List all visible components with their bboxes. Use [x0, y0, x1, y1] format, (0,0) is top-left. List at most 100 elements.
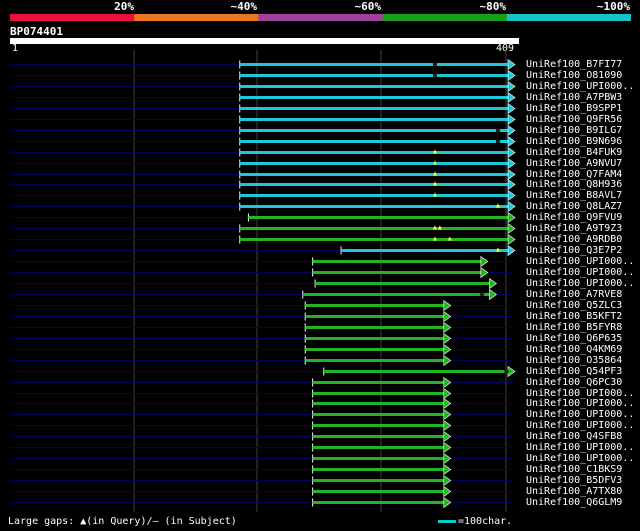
hit-row[interactable] [10, 157, 516, 170]
hit-end-arrow-icon [443, 485, 452, 498]
hit-row[interactable] [10, 474, 514, 487]
hit-row[interactable] [10, 255, 514, 268]
hit-id-link[interactable]: UniRef100_C1BKS9 [526, 464, 622, 475]
hit-id-link[interactable]: UniRef100_O81090 [526, 70, 622, 81]
hit-id-link[interactable]: UniRef100_B7FI77 [526, 59, 622, 70]
hit-row[interactable] [10, 299, 514, 312]
hit-id-link[interactable]: UniRef100_Q8H936 [526, 179, 622, 190]
hit-row[interactable] [10, 332, 514, 345]
hit-row[interactable] [10, 343, 514, 356]
hit-id-link[interactable]: UniRef100_A7PBW3 [526, 92, 622, 103]
hit-row[interactable] [10, 387, 514, 400]
hit-id-link[interactable]: UniRef100_B9SPP1 [526, 103, 622, 114]
hit-row[interactable] [10, 310, 514, 323]
hit-end-arrow-icon [443, 474, 452, 487]
hit-id-link[interactable]: UniRef100_UPI000.. [526, 420, 634, 431]
hit-id-link[interactable]: UniRef100_Q8LAZ7 [526, 201, 622, 212]
hit-id-link[interactable]: UniRef100_B9N696 [526, 136, 622, 147]
hit-end-arrow-icon [443, 452, 452, 465]
hit-id-link[interactable]: UniRef100_A7RVE8 [526, 289, 622, 300]
hit-row[interactable] [10, 441, 514, 454]
hit-end-arrow-icon [443, 321, 452, 334]
hit-id-link[interactable]: UniRef100_Q3E7P2 [526, 245, 622, 256]
hit-id-link[interactable]: UniRef100_UPI000.. [526, 81, 634, 92]
hit-end-arrow-icon [480, 266, 489, 279]
hit-id-link[interactable]: UniRef100_A9RDB0 [526, 234, 622, 245]
hit-row[interactable] [10, 277, 514, 290]
hit-row[interactable] [10, 485, 514, 498]
hit-end-arrow-icon [443, 332, 452, 345]
scale-bar-icon [438, 519, 456, 523]
hit-row[interactable] [10, 408, 514, 421]
hit-row[interactable] [10, 69, 516, 82]
hit-id-link[interactable]: UniRef100_UPI000.. [526, 256, 634, 267]
hit-end-arrow-icon [443, 408, 452, 421]
hit-id-link[interactable]: UniRef100_UPI000.. [526, 453, 634, 464]
hit-row[interactable] [10, 113, 516, 126]
hit-row[interactable] [10, 463, 514, 476]
hit-row[interactable] [10, 222, 516, 235]
hit-end-arrow-icon [507, 222, 516, 235]
hit-row[interactable] [10, 419, 514, 432]
hit-row[interactable] [10, 288, 514, 301]
hit-row[interactable] [10, 376, 514, 389]
hit-id-link[interactable]: UniRef100_Q6P635 [526, 333, 622, 344]
hit-id-link[interactable]: UniRef100_UPI000.. [526, 442, 634, 453]
hit-id-link[interactable]: UniRef100_A9NVU7 [526, 158, 622, 169]
hit-end-arrow-icon [507, 365, 516, 378]
hit-id-link[interactable]: UniRef100_UPI000.. [526, 267, 634, 278]
hit-row[interactable] [10, 178, 516, 191]
hit-row[interactable] [10, 146, 516, 159]
hit-row[interactable] [10, 102, 516, 115]
hit-row[interactable] [10, 496, 514, 509]
hit-id-link[interactable]: UniRef100_B4FUK9 [526, 147, 622, 158]
hit-id-link[interactable]: UniRef100_Q4KM69 [526, 344, 622, 355]
hit-row[interactable] [10, 80, 516, 93]
hit-end-arrow-icon [507, 135, 516, 148]
hit-row[interactable] [10, 91, 516, 104]
hit-row[interactable] [10, 233, 516, 246]
hit-end-arrow-icon [507, 80, 516, 93]
hit-id-link[interactable]: UniRef100_B9ILG7 [526, 125, 622, 136]
hit-id-link[interactable]: UniRef100_B5FYR8 [526, 322, 622, 333]
hit-row[interactable] [10, 354, 514, 367]
hit-row[interactable] [10, 135, 516, 148]
hit-row[interactable] [10, 189, 516, 202]
scale-legend: =100char. [438, 516, 512, 527]
hit-row[interactable] [10, 365, 516, 378]
hit-row[interactable] [10, 266, 514, 279]
hit-row[interactable] [10, 58, 516, 71]
hit-id-link[interactable]: UniRef100_Q9FR56 [526, 114, 622, 125]
hit-id-link[interactable]: UniRef100_A9T9Z3 [526, 223, 622, 234]
hit-row[interactable] [10, 397, 514, 410]
hit-row[interactable] [10, 430, 514, 443]
hit-end-arrow-icon [443, 299, 452, 312]
hit-end-arrow-icon [507, 178, 516, 191]
hit-id-link[interactable]: UniRef100_O35864 [526, 355, 622, 366]
hit-row[interactable] [10, 200, 516, 213]
hit-id-link[interactable]: UniRef100_Q6PC30 [526, 377, 622, 388]
hit-id-link[interactable]: UniRef100_UPI000.. [526, 398, 634, 409]
hit-id-link[interactable]: UniRef100_Q5ZLC3 [526, 300, 622, 311]
hit-row[interactable] [10, 211, 516, 224]
hit-id-link[interactable]: UniRef100_A7TX80 [526, 486, 622, 497]
hit-end-arrow-icon [480, 255, 489, 268]
hit-end-arrow-icon [507, 168, 516, 181]
hit-id-link[interactable]: UniRef100_B5KFT2 [526, 311, 622, 322]
hit-id-link[interactable]: UniRef100_Q54PF3 [526, 366, 622, 377]
hit-end-arrow-icon [507, 244, 516, 257]
hit-row[interactable] [10, 321, 514, 334]
hit-id-link[interactable]: UniRef100_Q9FVU9 [526, 212, 622, 223]
hit-end-arrow-icon [507, 58, 516, 71]
hit-id-link[interactable]: UniRef100_Q4SFB8 [526, 431, 622, 442]
hit-id-link[interactable]: UniRef100_B8AVL7 [526, 190, 622, 201]
hit-id-link[interactable]: UniRef100_UPI000.. [526, 278, 634, 289]
hit-end-arrow-icon [443, 376, 452, 389]
hit-id-link[interactable]: UniRef100_B5DFV3 [526, 475, 622, 486]
hit-row[interactable] [10, 168, 516, 181]
hit-id-link[interactable]: UniRef100_Q6GLM9 [526, 497, 622, 508]
hit-row[interactable] [10, 124, 516, 137]
hit-id-link[interactable]: UniRef100_UPI000.. [526, 409, 634, 420]
hit-row[interactable] [10, 452, 514, 465]
hit-row[interactable] [10, 244, 516, 257]
